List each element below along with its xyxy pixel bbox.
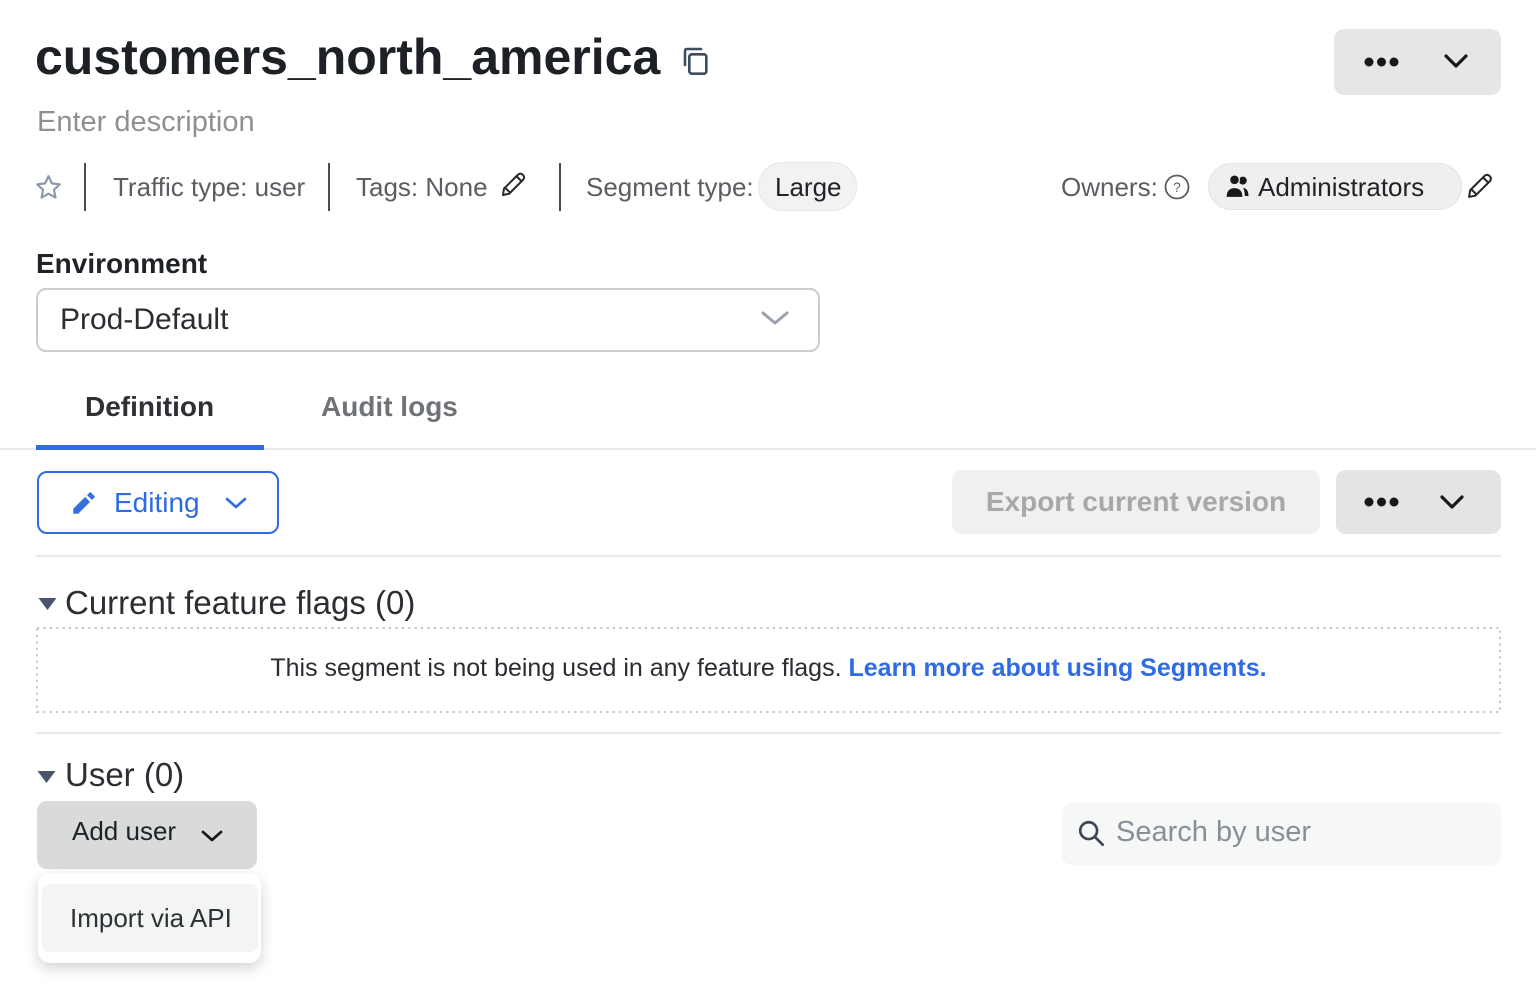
svg-text:?: ? bbox=[1173, 180, 1181, 195]
